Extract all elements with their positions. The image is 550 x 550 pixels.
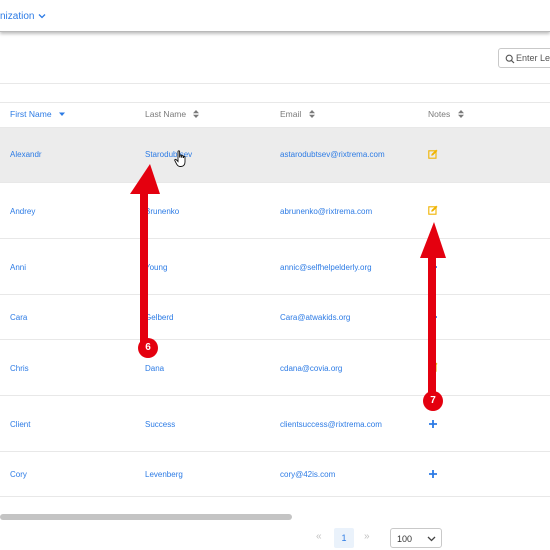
step-7-badge: 7 xyxy=(423,391,443,411)
prev-page-button[interactable]: « xyxy=(316,531,322,542)
sort-icon xyxy=(308,110,315,118)
page-size-select[interactable]: 100 xyxy=(390,528,442,548)
table-row[interactable]: Client Success clientsuccess@rixtrema.co… xyxy=(0,396,550,452)
column-label: Last Name xyxy=(145,109,187,119)
last-name-link[interactable]: Dana xyxy=(145,364,164,373)
column-label: Email xyxy=(280,109,302,119)
edit-note-icon[interactable] xyxy=(428,362,438,372)
search-icon xyxy=(505,54,515,64)
add-note-icon[interactable] xyxy=(428,469,438,479)
search-input[interactable] xyxy=(516,51,550,65)
column-header-email[interactable]: Email xyxy=(280,109,315,119)
table-row[interactable]: Cara Gelberd Cara@atwakids.org xyxy=(0,295,550,340)
table-row[interactable]: Chris Dana cdana@covia.org xyxy=(0,340,550,396)
table-header: First Name Last Name Email Notes xyxy=(0,103,550,127)
table-row[interactable]: Anni Young annic@selfhelpelderly.org xyxy=(0,239,550,295)
add-note-icon[interactable] xyxy=(428,262,438,272)
last-name-link[interactable]: Success xyxy=(145,420,175,429)
last-name-link[interactable]: Gelberd xyxy=(145,313,173,322)
table-row[interactable]: Andrey Brunenko abrunenko@rixtrema.com xyxy=(0,183,550,239)
column-label: Notes xyxy=(428,109,451,119)
first-name-link[interactable]: Client xyxy=(10,420,30,429)
page-size-value: 100 xyxy=(397,534,413,544)
sort-desc-icon xyxy=(58,112,65,116)
search-box[interactable] xyxy=(498,48,550,68)
sort-icon xyxy=(193,110,200,118)
column-header-notes[interactable]: Notes xyxy=(428,109,464,119)
horizontal-scrollbar[interactable] xyxy=(0,514,292,520)
email-link[interactable]: cory@42is.com xyxy=(280,470,335,479)
first-name-link[interactable]: Chris xyxy=(10,364,29,373)
top-bar: nization xyxy=(0,0,550,32)
page-1-button[interactable]: 1 xyxy=(334,528,354,548)
column-header-first-name[interactable]: First Name xyxy=(10,109,65,119)
table-row[interactable]: Cory Levenberg cory@42is.com xyxy=(0,452,550,497)
add-note-icon[interactable] xyxy=(428,419,438,429)
email-link[interactable]: abrunenko@rixtrema.com xyxy=(280,207,372,216)
chevron-down-icon xyxy=(427,536,436,542)
table-row[interactable]: Alexandr Starodubtsev astarodubtsev@rixt… xyxy=(0,128,550,183)
divider xyxy=(0,83,550,84)
organization-dropdown[interactable]: nization xyxy=(0,11,34,22)
last-name-link[interactable]: Young xyxy=(145,263,167,272)
hand-cursor-icon xyxy=(174,150,186,167)
first-name-link[interactable]: Anni xyxy=(10,263,26,272)
chevron-down-icon[interactable] xyxy=(37,11,47,21)
email-link[interactable]: annic@selfhelpelderly.org xyxy=(280,263,372,272)
add-note-icon[interactable] xyxy=(428,312,438,322)
email-link[interactable]: cdana@covia.org xyxy=(280,364,342,373)
first-name-link[interactable]: Cory xyxy=(10,470,27,479)
column-header-last-name[interactable]: Last Name xyxy=(145,109,200,119)
column-label: First Name xyxy=(10,109,52,119)
email-link[interactable]: Cara@atwakids.org xyxy=(280,313,350,322)
first-name-link[interactable]: Andrey xyxy=(10,207,35,216)
last-name-link[interactable]: Brunenko xyxy=(145,207,179,216)
next-page-button[interactable]: » xyxy=(364,531,370,542)
edit-note-icon[interactable] xyxy=(428,149,438,159)
step-6-badge: 6 xyxy=(138,338,158,358)
email-link[interactable]: clientsuccess@rixtrema.com xyxy=(280,420,382,429)
first-name-link[interactable]: Alexandr xyxy=(10,150,42,159)
edit-note-icon[interactable] xyxy=(428,205,438,215)
first-name-link[interactable]: Cara xyxy=(10,313,27,322)
last-name-link[interactable]: Levenberg xyxy=(145,470,183,479)
email-link[interactable]: astarodubtsev@rixtrema.com xyxy=(280,150,385,159)
sort-icon xyxy=(457,110,464,118)
